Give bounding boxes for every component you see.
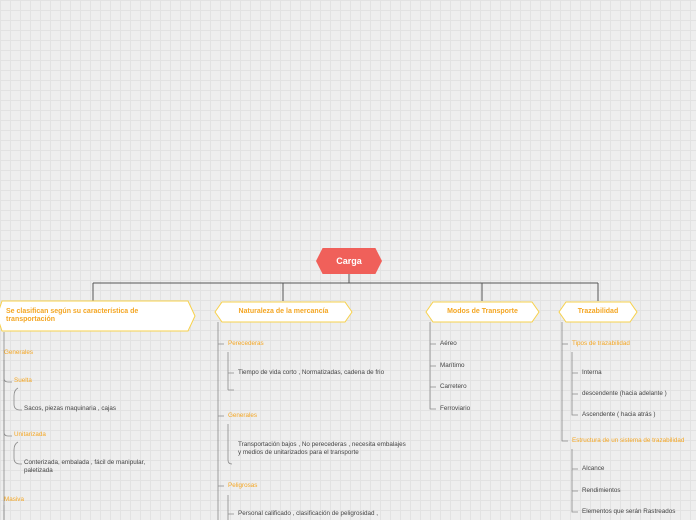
topic-unitarizada[interactable]: Unitarizada [14, 431, 46, 439]
branch-clasificacion[interactable]: Se clasifican según su característica de… [0, 300, 196, 332]
topic-elementos[interactable]: Elementos que serán Rastreados [582, 508, 694, 516]
topic-perecederas[interactable]: Perecederas [228, 340, 264, 348]
mind-map-canvas: Carga Se clasifican según su característ… [0, 0, 696, 520]
topic-unitarizada-item[interactable]: Conterizada, embalada , fácil de manipul… [24, 459, 174, 475]
branch-trazabilidad[interactable]: Trazabilidad [558, 301, 638, 323]
topic-masiva[interactable]: Masiva [4, 496, 24, 504]
branch-label: Se clasifican según su característica de… [6, 308, 139, 323]
topic-ascendente[interactable]: Ascendente ( hacia atrás ) [582, 411, 656, 419]
topic-perecederas-item[interactable]: Tiempo de vida corto , Normatizadas, cad… [238, 369, 384, 377]
topic-aereo[interactable]: Aéreo [440, 340, 457, 348]
topic-suelta-item[interactable]: Sacos, piezas maquinaria , cajas [24, 405, 116, 413]
branch-modos[interactable]: Modos de Transporte [425, 301, 540, 323]
topic-maritimo[interactable]: Marítimo [440, 362, 465, 370]
topic-generales[interactable]: Generales [4, 349, 33, 357]
topic-interna[interactable]: Interna [582, 369, 602, 377]
topic-peligrosas[interactable]: Peligrosas [228, 482, 257, 490]
topic-descendente[interactable]: descendente (hacia adelante ) [582, 390, 667, 398]
topic-tipos-trazabilidad[interactable]: Tipos de trazabilidad [572, 340, 630, 348]
topic-peligrosas-item[interactable]: Personal calificado , clasificación de p… [238, 510, 378, 518]
root-label: Carga [336, 256, 362, 266]
topic-generales-mercancia-item[interactable]: Transportación bajos , No perecederas , … [238, 441, 410, 457]
topic-rendimientos[interactable]: Rendimientos [582, 487, 621, 495]
topic-carretero[interactable]: Carretero [440, 383, 467, 391]
root-node[interactable]: Carga [316, 248, 382, 274]
branch-naturaleza[interactable]: Naturaleza de la mercancía [214, 301, 353, 323]
topic-suelta[interactable]: Suelta [14, 377, 32, 385]
topic-estructura[interactable]: Estructura de un sistema de trazabilidad [572, 437, 696, 445]
topic-alcance[interactable]: Alcance [582, 465, 604, 473]
topic-generales-mercancia[interactable]: Generales [228, 412, 257, 420]
topic-ferroviario[interactable]: Ferroviario [440, 405, 470, 413]
branch-label: Naturaleza de la mercancía [238, 308, 329, 315]
branch-label: Modos de Transporte [447, 308, 518, 315]
branch-label: Trazabilidad [577, 308, 619, 315]
